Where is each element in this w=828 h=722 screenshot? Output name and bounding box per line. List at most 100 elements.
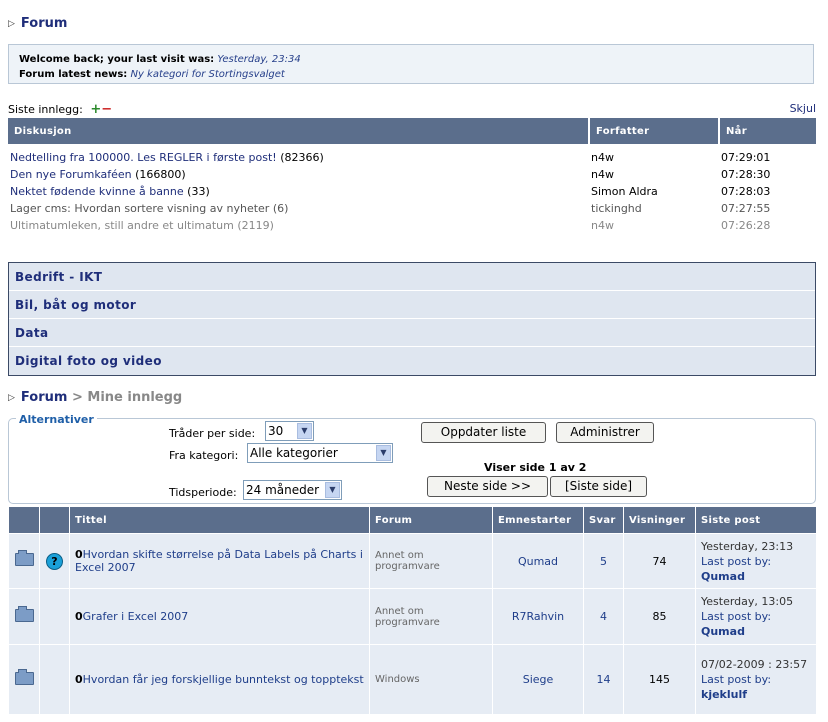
last-post-time: Yesterday, 13:05: [701, 595, 794, 608]
category-label: Fra kategori:: [169, 449, 239, 462]
last-visit-label: Welcome back; your last visit was:: [19, 54, 215, 65]
latest-row-author: n4w: [591, 219, 614, 232]
last-post-time: Yesterday, 23:13: [701, 539, 794, 553]
latest-posts-table: Diskusjon Forfatter Når Nedtelling fra 1…: [8, 118, 816, 234]
options-legend: Alternativer: [16, 413, 97, 426]
folder-icon: [14, 605, 34, 622]
latest-row-time: 07:28:03: [721, 185, 771, 198]
topic-replies-link[interactable]: 5: [600, 555, 607, 568]
latest-row-link[interactable]: Den nye Forumkaféen: [10, 168, 132, 181]
latest-row-link[interactable]: Nektet fødende kvinne å banne: [10, 185, 184, 198]
chevron-down-icon: ▼: [325, 482, 340, 498]
topic-title-link[interactable]: Hvordan får jeg forskjellige bunntekst o…: [83, 673, 364, 686]
page-info: Viser side 1 av 2: [484, 461, 587, 474]
latest-posts-header: Siste innlegg: +− Skjul: [8, 102, 816, 117]
latest-row-link[interactable]: Lager cms: Hvordan sortere visning av ny…: [10, 202, 269, 215]
pin-icon: 0: [75, 610, 83, 623]
latest-row-time: 07:29:01: [721, 151, 771, 164]
col-discussion: Diskusjon: [8, 118, 590, 144]
folder-icon: [14, 550, 34, 566]
administer-button[interactable]: Administrer: [556, 422, 654, 443]
chevron-down-icon: ▼: [297, 423, 312, 439]
latest-row-time: 07:28:30: [721, 168, 771, 181]
period-value: 24 måneder: [246, 483, 320, 497]
topic-row: 0Grafer i Excel 2007 Annet om programvar…: [8, 588, 817, 645]
breadcrumb-forum-link[interactable]: Forum: [21, 16, 68, 31]
category-item[interactable]: Bil, båt og motor: [9, 291, 815, 319]
hide-link[interactable]: Skjul: [790, 102, 816, 115]
latest-row-count: (6): [272, 202, 289, 215]
latest-row-author: n4w: [591, 151, 614, 164]
last-post-by-label: Last post by:: [701, 673, 772, 686]
latest-row-author: tickinghd: [591, 202, 642, 215]
col-type-icon: [39, 506, 70, 534]
topic-forum: Annet om programvare: [369, 533, 493, 589]
last-post-user-link[interactable]: kjeklulf: [701, 688, 747, 701]
last-post-user-link[interactable]: Qumad: [701, 625, 745, 638]
topic-row: 0Hvordan får jeg forskjellige bunntekst …: [8, 644, 817, 715]
welcome-box: Welcome back; your last visit was: Yeste…: [8, 44, 814, 84]
topic-title-link[interactable]: Hvordan skifte størrelse på Data Labels …: [75, 548, 363, 574]
latest-row: Den nye Forumkaféen (166800) n4w 07:28:3…: [8, 166, 816, 183]
col-starter[interactable]: Emnestarter: [492, 506, 584, 534]
category-item[interactable]: Bedrift - IKT: [9, 263, 815, 291]
refresh-list-button[interactable]: Oppdater liste: [421, 422, 546, 443]
breadcrumb-top: ▷ Forum: [8, 16, 67, 31]
latest-row: Nektet fødende kvinne å banne (33) Simon…: [8, 183, 816, 200]
category-value: Alle kategorier: [250, 446, 338, 460]
threads-per-page-label: Tråder per side:: [169, 427, 256, 440]
latest-posts-label: Siste innlegg:: [8, 103, 83, 116]
topic-replies-link[interactable]: 14: [597, 673, 611, 686]
topics-table: Tittel Forum Emnestarter Svar Visninger …: [8, 506, 817, 715]
latest-row-link[interactable]: Nedtelling fra 100000. Les REGLER i førs…: [10, 151, 277, 164]
col-forum[interactable]: Forum: [369, 506, 493, 534]
topic-views: 145: [623, 644, 696, 715]
col-last-post[interactable]: Siste post: [695, 506, 817, 534]
latest-row-author: Simon Aldra: [591, 185, 658, 198]
category-item[interactable]: Data: [9, 319, 815, 347]
col-replies[interactable]: Svar: [583, 506, 624, 534]
col-views[interactable]: Visninger: [623, 506, 696, 534]
latest-row: Lager cms: Hvordan sortere visning av ny…: [8, 200, 816, 217]
breadcrumb-separator: >: [71, 390, 83, 405]
topic-starter-link[interactable]: R7Rahvin: [512, 610, 564, 623]
col-title[interactable]: Tittel: [69, 506, 370, 534]
topic-row: ? 0Hvordan skifte størrelse på Data Labe…: [8, 533, 817, 589]
category-select[interactable]: Alle kategorier ▼: [247, 443, 393, 463]
topic-starter-link[interactable]: Qumad: [518, 555, 558, 568]
period-label: Tidsperiode:: [169, 486, 237, 499]
expand-icon[interactable]: +: [90, 102, 101, 117]
topic-starter-link[interactable]: Siege: [523, 673, 554, 686]
latest-row-time: 07:26:28: [721, 219, 771, 232]
latest-row: Ultimatumleken, still andre et ultimatum…: [8, 217, 816, 234]
last-post-by-label: Last post by:: [701, 554, 772, 568]
category-item[interactable]: Digital foto og video: [9, 347, 815, 375]
last-post-time: 07/02-2009 : 23:57: [701, 658, 808, 671]
topic-title-link[interactable]: Grafer i Excel 2007: [83, 610, 189, 623]
collapse-icon[interactable]: −: [101, 102, 112, 117]
latest-row-count: (2119): [237, 219, 274, 232]
last-visit-value: Yesterday, 23:34: [217, 54, 301, 65]
last-post-user-link[interactable]: Qumad: [701, 570, 745, 583]
topic-replies-link[interactable]: 4: [600, 610, 607, 623]
col-status-icon: [8, 506, 40, 534]
latest-row-count: (33): [187, 185, 210, 198]
topic-forum: Annet om programvare: [369, 588, 493, 645]
latest-news-link[interactable]: Ny kategori for Stortingsvalget: [130, 69, 284, 80]
latest-news-label: Forum latest news:: [19, 69, 128, 80]
next-page-button[interactable]: Neste side >>: [427, 476, 548, 497]
breadcrumb-forum-link[interactable]: Forum: [21, 390, 68, 405]
topic-views: 74: [623, 533, 696, 589]
last-page-button[interactable]: [Siste side]: [550, 476, 647, 497]
breadcrumb-current: Mine innlegg: [87, 390, 183, 405]
options-fieldset: [8, 418, 816, 504]
latest-row-link[interactable]: Ultimatumleken, still andre et ultimatum: [10, 219, 234, 232]
latest-row-time: 07:27:55: [721, 202, 771, 215]
topic-views: 85: [623, 588, 696, 645]
breadcrumb-mine: ▷ Forum > Mine innlegg: [8, 390, 182, 405]
last-post-by-label: Last post by:: [701, 610, 772, 623]
threads-per-page-select[interactable]: 30 ▼: [265, 421, 314, 441]
pin-icon: 0: [75, 548, 83, 561]
period-select[interactable]: 24 måneder ▼: [243, 480, 342, 500]
col-time: Når: [719, 118, 816, 144]
